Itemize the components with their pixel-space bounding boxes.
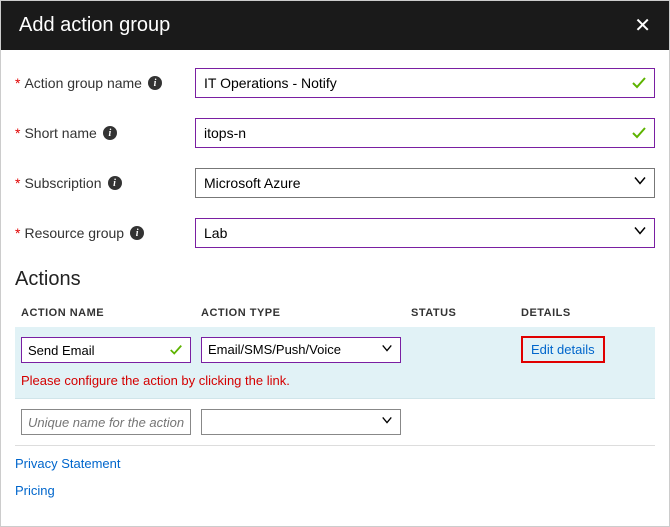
footer-links: Privacy Statement Pricing	[1, 446, 669, 520]
new-action-name-input[interactable]	[21, 409, 191, 435]
subscription-select[interactable]: Microsoft Azure	[195, 168, 655, 198]
action-name-input[interactable]	[21, 337, 191, 363]
label-subscription: * Subscription i	[15, 175, 195, 191]
required-asterisk: *	[15, 175, 20, 191]
edit-details-link[interactable]: Edit details	[521, 336, 605, 363]
form-area: * Action group name i * Short name i * S…	[1, 50, 669, 248]
row-resource-group: * Resource group i Lab	[15, 218, 655, 248]
action-type-select[interactable]: Email/SMS/Push/Voice	[201, 337, 401, 363]
row-short-name: * Short name i	[15, 118, 655, 148]
actions-table: ACTION NAME ACTION TYPE STATUS DETAILS E…	[15, 299, 655, 446]
col-header-name: ACTION NAME	[21, 307, 201, 319]
table-row-new	[15, 399, 655, 446]
new-action-type-select[interactable]	[201, 409, 401, 435]
row-subscription: * Subscription i Microsoft Azure	[15, 168, 655, 198]
row-action-group-name: * Action group name i	[15, 68, 655, 98]
info-icon[interactable]: i	[148, 76, 162, 90]
action-error-message: Please configure the action by clicking …	[21, 373, 649, 388]
required-asterisk: *	[15, 225, 20, 241]
table-header: ACTION NAME ACTION TYPE STATUS DETAILS	[15, 299, 655, 327]
resource-group-select[interactable]: Lab	[195, 218, 655, 248]
required-asterisk: *	[15, 75, 20, 91]
dialog-title: Add action group	[19, 14, 170, 37]
info-icon[interactable]: i	[130, 226, 144, 240]
actions-section-title: Actions	[1, 268, 669, 299]
col-header-details: DETAILS	[521, 307, 649, 319]
close-icon[interactable]: ✕	[634, 13, 651, 38]
col-header-type: ACTION TYPE	[201, 307, 411, 319]
table-row: Email/SMS/Push/Voice Edit details Please…	[15, 327, 655, 399]
col-header-status: STATUS	[411, 307, 521, 319]
required-asterisk: *	[15, 125, 20, 141]
label-short-name: * Short name i	[15, 125, 195, 141]
label-action-group-name: * Action group name i	[15, 75, 195, 91]
short-name-input[interactable]	[195, 118, 655, 148]
privacy-link[interactable]: Privacy Statement	[15, 456, 655, 471]
info-icon[interactable]: i	[103, 126, 117, 140]
pricing-link[interactable]: Pricing	[15, 483, 655, 498]
info-icon[interactable]: i	[108, 176, 122, 190]
dialog-header: Add action group ✕	[1, 1, 669, 50]
label-resource-group: * Resource group i	[15, 225, 195, 241]
action-group-name-input[interactable]	[195, 68, 655, 98]
